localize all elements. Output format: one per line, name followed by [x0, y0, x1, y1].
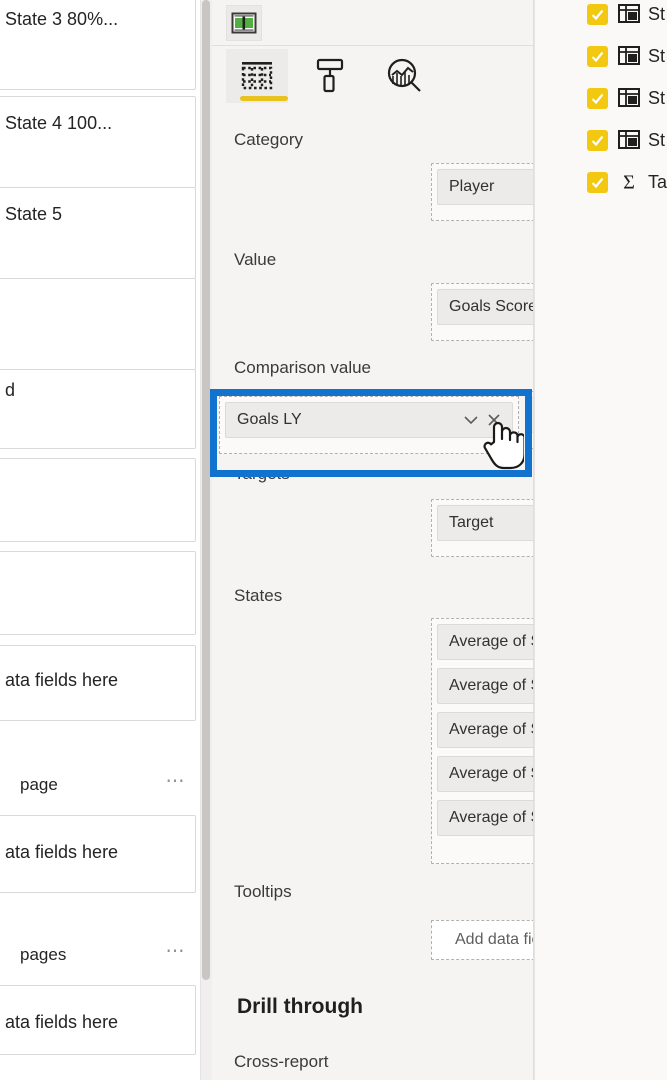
more-options-icon[interactable]: ⋯ [166, 940, 187, 963]
dropzone-category[interactable]: Player [431, 163, 533, 221]
visualizations-pane: Category Player Value Goals Scored [212, 0, 534, 1080]
field-well-state-2[interactable]: Average of State 2 70% [437, 668, 533, 704]
section-label-comparison-value: Comparison value [234, 358, 372, 377]
drill-through-heading: Drill through [237, 995, 363, 1018]
list-item[interactable]: d [0, 369, 196, 449]
field-well-label: Average of State 5 [449, 809, 533, 826]
field-list-item[interactable]: Σ Ta [535, 165, 667, 199]
more-options-icon[interactable]: ⋯ [166, 770, 187, 793]
fields-table-icon [241, 62, 273, 90]
list-item-label: State 3 80%... [5, 9, 119, 29]
dropzone-placeholder: Add data fields here [455, 931, 533, 948]
check-icon [591, 93, 604, 104]
visualization-type-strip [212, 0, 533, 46]
field-well-label: Average of State 2 70% [449, 677, 533, 694]
list-item[interactable] [0, 551, 196, 635]
list-item-label: ata fields here [5, 842, 119, 862]
active-tab-indicator [240, 96, 288, 101]
list-item-label: ata fields here [5, 1012, 119, 1032]
list-item-label: ata fields here [5, 670, 119, 690]
list-item[interactable]: State 5 [0, 187, 196, 279]
table-field-icon [618, 4, 640, 23]
field-list-item-label: St [648, 3, 666, 24]
dropzone-targets[interactable]: Target [431, 499, 533, 557]
section-label-states: States [234, 586, 283, 605]
field-checkbox[interactable] [587, 171, 608, 193]
field-well-label: Goals LY [237, 411, 302, 428]
field-well-label: Average of State 4 100% [449, 765, 533, 782]
tab-fields[interactable] [226, 49, 288, 103]
field-well-goals-scored[interactable]: Goals Scored [437, 289, 533, 325]
field-list-item-label: St [648, 45, 666, 66]
list-item-label: State 5 [5, 204, 63, 224]
check-icon [591, 177, 604, 188]
field-well-label: Target [449, 514, 494, 531]
check-icon [591, 51, 604, 62]
paint-roller-icon [316, 58, 344, 93]
left-pane-scrollbar-thumb[interactable] [202, 0, 210, 980]
field-list-item-label: Ta [648, 171, 667, 192]
field-checkbox[interactable] [587, 3, 608, 25]
field-well-state-4[interactable]: Average of State 4 100% [437, 756, 533, 792]
list-item[interactable] [0, 278, 196, 370]
list-item[interactable]: ata fields here [0, 985, 196, 1055]
svg-text:Σ: Σ [623, 171, 635, 193]
section-label-tooltips: Tooltips [234, 882, 292, 901]
powerbi-report-editor-screen: State 3 80%... State 4 100... State 5 d … [0, 0, 667, 1080]
chevron-down-icon[interactable] [463, 412, 479, 428]
fields-pane: St St St St Σ Ta [534, 0, 667, 1080]
field-list-item[interactable]: St [535, 0, 667, 31]
tab-analytics[interactable] [374, 49, 436, 103]
left-pane-label-page: page [20, 775, 58, 794]
field-list-item[interactable]: St [535, 81, 667, 115]
dropzone-value[interactable]: Goals Scored [431, 283, 533, 341]
field-list-item-label: St [648, 129, 666, 150]
field-well-player[interactable]: Player [437, 169, 533, 205]
list-item-label: State 4 100... [5, 113, 113, 133]
field-well-target[interactable]: Target [437, 505, 533, 541]
section-label-value: Value [234, 250, 277, 269]
table-field-icon [618, 46, 640, 65]
field-well-label: Average of State 1 60% [449, 633, 533, 650]
field-well-goals-ly-highlighted[interactable]: Goals LY [225, 402, 513, 438]
field-list-item[interactable]: St [535, 39, 667, 73]
field-list-item[interactable]: St [535, 123, 667, 157]
list-item[interactable]: State 4 100... [0, 96, 196, 188]
dropzone-comparison-value-highlighted[interactable]: Goals LY [219, 396, 519, 454]
table-field-icon [618, 130, 640, 149]
check-icon [591, 135, 604, 146]
kpi-bullet-visual-icon[interactable] [226, 5, 262, 41]
sigma-measure-icon: Σ [623, 171, 635, 193]
tab-format[interactable] [300, 49, 362, 103]
dropzone-states[interactable]: Average of State 1 60% Average of State … [431, 618, 533, 864]
field-list-item-label: St [648, 87, 666, 108]
section-label-category: Category [234, 130, 303, 149]
field-checkbox[interactable] [587, 87, 608, 109]
left-clipped-pane: State 3 80%... State 4 100... State 5 d … [0, 0, 200, 1080]
field-well-state-3[interactable]: Average of State 3 80% [437, 712, 533, 748]
field-well-label: Goals Scored [449, 298, 533, 315]
field-checkbox[interactable] [587, 129, 608, 151]
field-well-state-1[interactable]: Average of State 1 60% [437, 624, 533, 660]
check-icon [591, 9, 604, 20]
analytics-magnifier-icon [387, 58, 421, 92]
field-checkbox[interactable] [587, 45, 608, 67]
field-well-label: Player [449, 178, 495, 195]
list-item[interactable] [0, 458, 196, 542]
pane-tabstrip [212, 47, 533, 105]
field-well-label: Average of State 3 80% [449, 721, 533, 738]
list-item-label: d [5, 380, 16, 400]
section-label-cross-report: Cross-report [234, 1052, 329, 1071]
dropzone-tooltips[interactable]: Add data fields here [431, 920, 533, 960]
left-pane-label-pages: pages [20, 945, 67, 964]
list-item[interactable]: ata fields here [0, 815, 196, 893]
field-well-state-5[interactable]: Average of State 5 [437, 800, 533, 836]
hand-pointer-cursor [483, 421, 524, 470]
list-item[interactable]: ata fields here [0, 645, 196, 721]
list-item[interactable]: State 3 80%... [0, 0, 196, 90]
table-field-icon [618, 88, 640, 107]
